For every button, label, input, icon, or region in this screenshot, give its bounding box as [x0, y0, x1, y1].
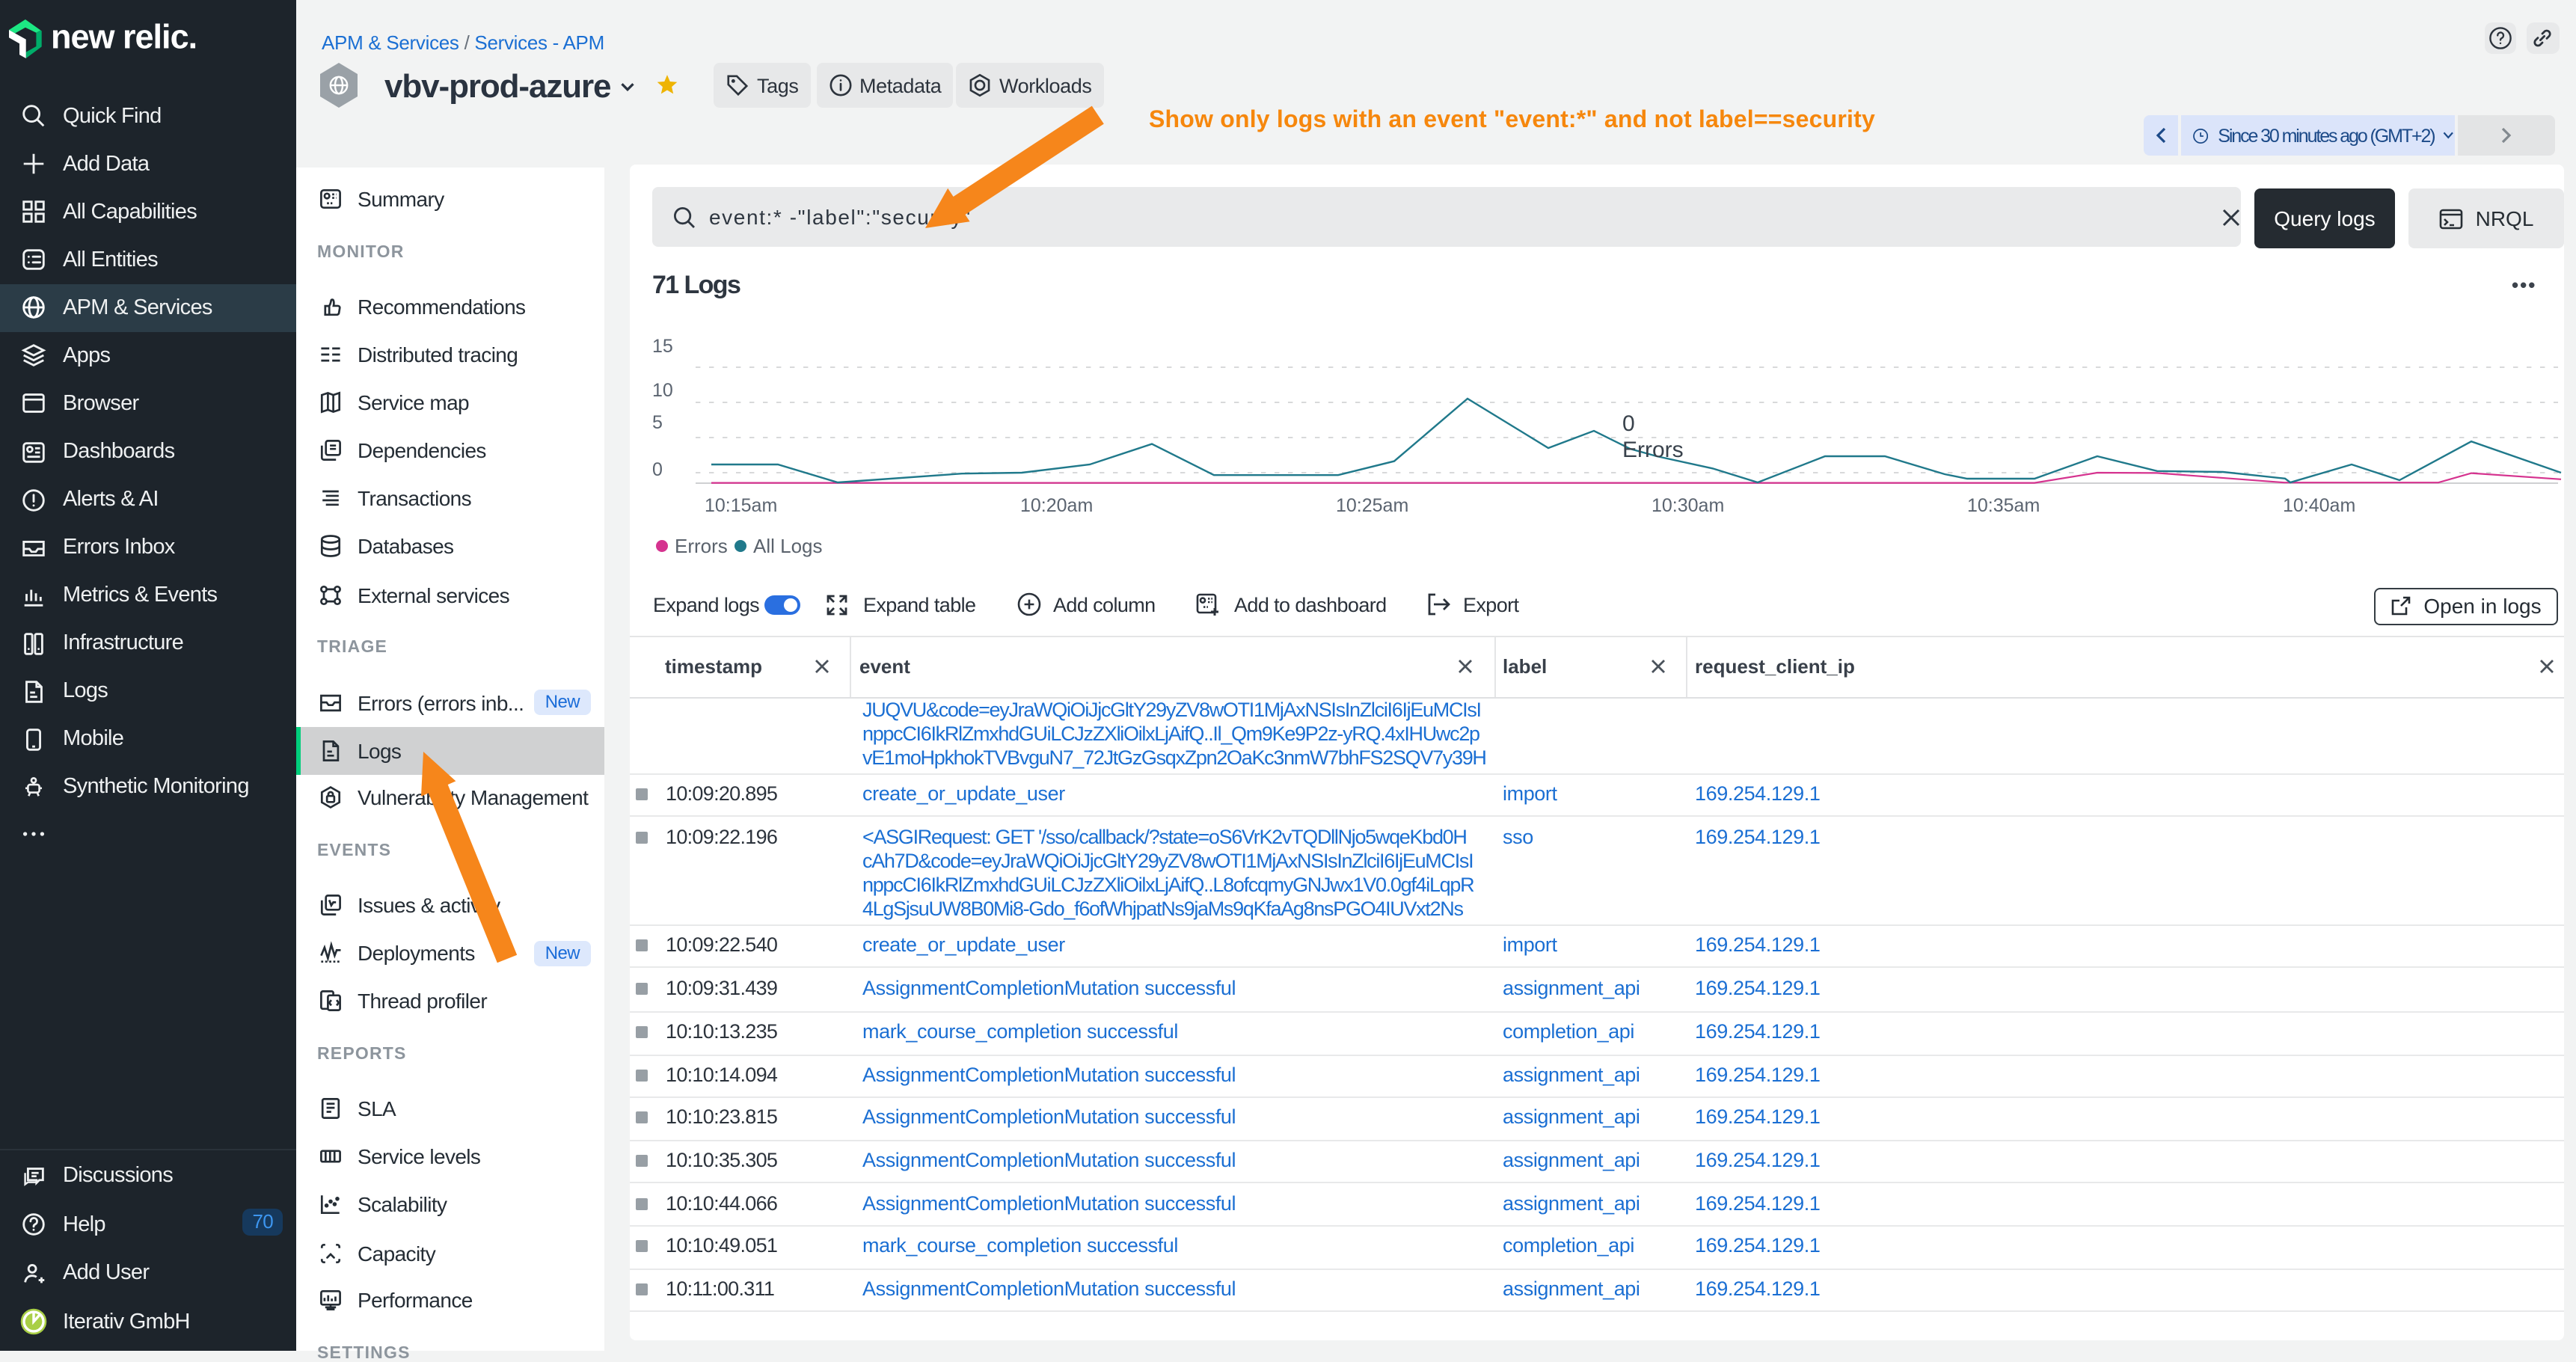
- svg-text:new relic.: new relic.: [51, 19, 197, 56]
- svg-text:All Logs: All Logs: [753, 534, 823, 556]
- svg-text:10:25am: 10:25am: [1336, 494, 1408, 515]
- svg-text:0: 0: [652, 458, 663, 479]
- svg-text:15: 15: [652, 335, 673, 356]
- svg-text:10:20am: 10:20am: [1020, 494, 1093, 515]
- svg-text:10:30am: 10:30am: [1652, 494, 1724, 515]
- svg-text:Errors: Errors: [1622, 437, 1684, 461]
- svg-text:0: 0: [1622, 411, 1635, 435]
- svg-text:5: 5: [652, 411, 663, 432]
- svg-text:10:35am: 10:35am: [1967, 494, 2040, 515]
- svg-text:10:40am: 10:40am: [2283, 494, 2355, 515]
- svg-text:10:15am: 10:15am: [705, 494, 777, 515]
- svg-text:Errors: Errors: [675, 534, 728, 556]
- svg-text:10: 10: [652, 379, 673, 400]
